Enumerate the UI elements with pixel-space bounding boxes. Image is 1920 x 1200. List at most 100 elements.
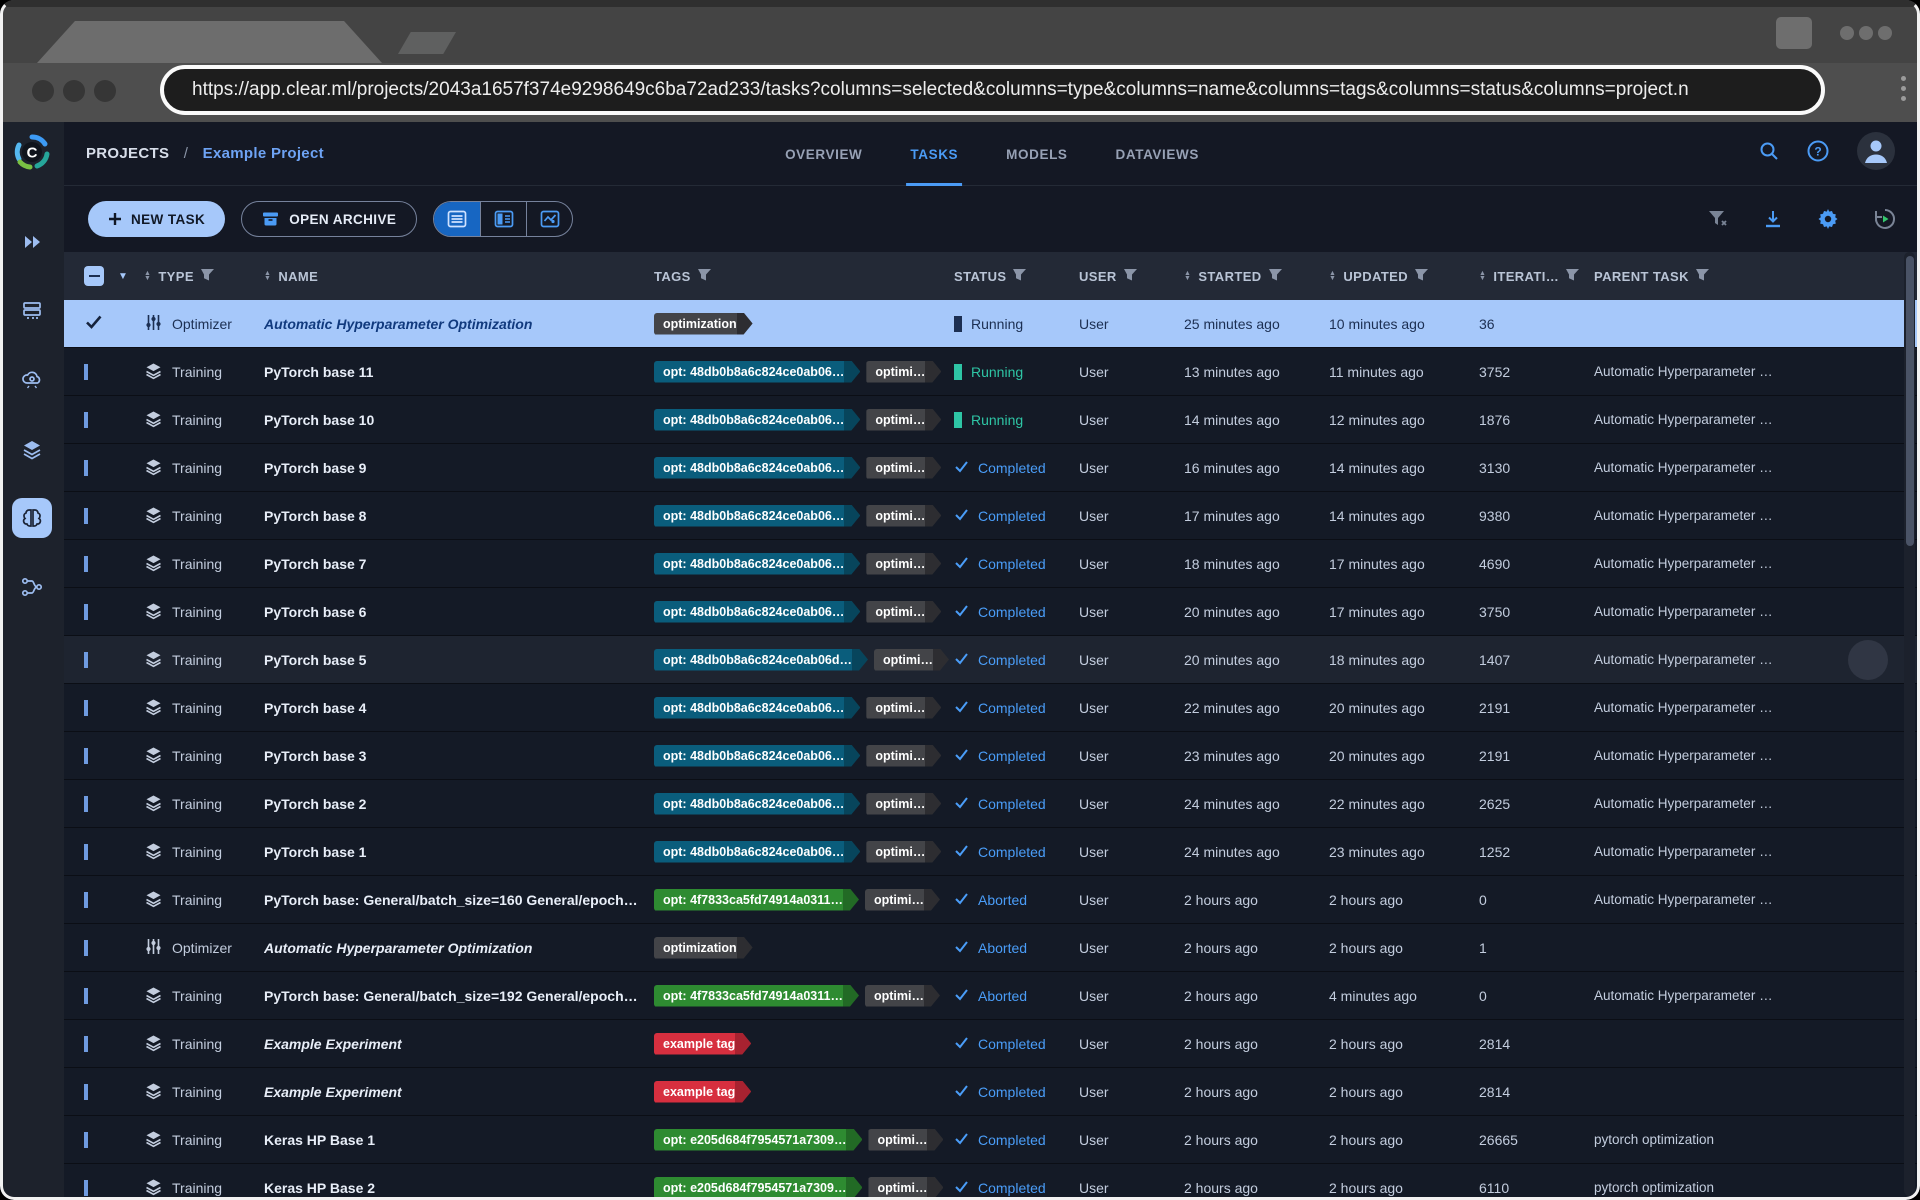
tag-chip[interactable]: optimization: [654, 313, 753, 335]
filter-funnel-icon[interactable]: [1013, 269, 1026, 284]
column-header-updated[interactable]: ▲▼UPDATED: [1329, 269, 1479, 284]
tag-chip[interactable]: example tag: [654, 1081, 751, 1103]
task-name[interactable]: Example Experiment: [264, 1036, 654, 1052]
row-checkbox[interactable]: [84, 796, 88, 812]
row-checkbox[interactable]: [84, 748, 88, 764]
row-checkbox[interactable]: [84, 364, 88, 380]
row-select-cell[interactable]: [84, 700, 144, 716]
tag-chip[interactable]: opt: 48db0b8a6c824ce0ab06…: [654, 601, 860, 623]
tag-chip[interactable]: optimization: [654, 937, 753, 959]
table-row[interactable]: TrainingPyTorch base 1opt: 48db0b8a6c824…: [64, 828, 1920, 876]
column-header-started[interactable]: ▲▼STARTED: [1184, 269, 1329, 284]
task-name[interactable]: PyTorch base: General/batch_size=160 Gen…: [264, 892, 654, 908]
row-checkbox[interactable]: [84, 556, 88, 572]
table-row[interactable]: TrainingPyTorch base 11opt: 48db0b8a6c82…: [64, 348, 1920, 396]
tag-chip[interactable]: opt: 48db0b8a6c824ce0ab06…: [654, 409, 860, 431]
window-menu-icon[interactable]: [1840, 26, 1892, 40]
sidebar-item-datasets[interactable]: [12, 429, 52, 469]
tag-chip[interactable]: optimi…: [866, 745, 941, 767]
row-select-cell[interactable]: [84, 460, 144, 476]
task-name[interactable]: PyTorch base 11: [264, 364, 654, 380]
table-row[interactable]: TrainingPyTorch base 4opt: 48db0b8a6c824…: [64, 684, 1920, 732]
table-row[interactable]: TrainingExample Experimentexample tagCom…: [64, 1020, 1920, 1068]
row-checkbox[interactable]: [84, 700, 88, 716]
tag-chip[interactable]: opt: 48db0b8a6c824ce0ab06…: [654, 745, 860, 767]
browser-kebab-menu-icon[interactable]: [1901, 76, 1906, 101]
auto-refresh-icon[interactable]: [1874, 208, 1896, 230]
row-select-cell[interactable]: [84, 313, 144, 334]
sidebar-item-getting-started[interactable]: [12, 222, 52, 262]
row-select-cell[interactable]: [84, 556, 144, 572]
row-select-cell[interactable]: [84, 412, 144, 428]
row-select-cell[interactable]: [84, 940, 144, 956]
filter-funnel-icon[interactable]: [1566, 269, 1579, 284]
table-row[interactable]: TrainingPyTorch base 9opt: 48db0b8a6c824…: [64, 444, 1920, 492]
traffic-light-buttons[interactable]: [32, 80, 116, 102]
row-checkbox[interactable]: [84, 1132, 88, 1148]
sort-icon[interactable]: ▲▼: [1479, 271, 1486, 281]
sort-icon[interactable]: ▲▼: [264, 271, 271, 281]
task-name[interactable]: Automatic Hyperparameter Optimization: [264, 316, 654, 332]
row-checkbox[interactable]: [84, 844, 88, 860]
row-select-cell[interactable]: [84, 892, 144, 908]
table-row[interactable]: TrainingPyTorch base 3opt: 48db0b8a6c824…: [64, 732, 1920, 780]
tag-chip[interactable]: optimi…: [866, 361, 941, 383]
task-name[interactable]: PyTorch base 5: [264, 652, 654, 668]
clear-filters-icon[interactable]: [1708, 210, 1728, 228]
task-name[interactable]: Keras HP Base 2: [264, 1180, 654, 1196]
sort-icon[interactable]: ▲▼: [1184, 271, 1191, 281]
task-name[interactable]: PyTorch base 4: [264, 700, 654, 716]
tag-chip[interactable]: opt: 4f7833ca5fd74914a0311…: [654, 985, 859, 1007]
tag-chip[interactable]: optimi…: [874, 649, 949, 671]
column-header-tags[interactable]: TAGS: [654, 269, 954, 284]
tag-chip[interactable]: opt: 48db0b8a6c824ce0ab06…: [654, 697, 860, 719]
clearml-logo[interactable]: C: [10, 130, 54, 174]
table-row[interactable]: OptimizerAutomatic Hyperparameter Optimi…: [64, 300, 1920, 348]
table-row[interactable]: OptimizerAutomatic Hyperparameter Optimi…: [64, 924, 1920, 972]
filter-funnel-icon[interactable]: [1415, 269, 1428, 284]
tag-chip[interactable]: optimi…: [866, 793, 941, 815]
tag-chip[interactable]: opt: 48db0b8a6c824ce0ab06…: [654, 553, 860, 575]
row-checkbox[interactable]: [84, 508, 88, 524]
task-name[interactable]: Automatic Hyperparameter Optimization: [264, 940, 654, 956]
filter-funnel-icon[interactable]: [1269, 269, 1282, 284]
filter-funnel-icon[interactable]: [1696, 269, 1709, 284]
row-select-cell[interactable]: [84, 1036, 144, 1052]
split-view-button[interactable]: [480, 202, 526, 236]
open-archive-button[interactable]: OPEN ARCHIVE: [241, 201, 417, 237]
tag-chip[interactable]: example tag: [654, 1033, 751, 1055]
tab-models[interactable]: MODELS: [1006, 122, 1067, 186]
task-name[interactable]: PyTorch base 7: [264, 556, 654, 572]
tag-chip[interactable]: opt: e205d684f7954571a7309…: [654, 1129, 862, 1151]
tag-chip[interactable]: optimi…: [866, 601, 941, 623]
row-select-cell[interactable]: [84, 508, 144, 524]
tag-chip[interactable]: optimi…: [865, 889, 940, 911]
new-task-button[interactable]: NEW TASK: [88, 201, 225, 237]
column-header-status[interactable]: STATUS: [954, 269, 1079, 284]
table-row[interactable]: TrainingPyTorch base 7opt: 48db0b8a6c824…: [64, 540, 1920, 588]
tag-chip[interactable]: opt: e205d684f7954571a7309…: [654, 1177, 862, 1199]
task-name[interactable]: PyTorch base 10: [264, 412, 654, 428]
column-header-iterati-[interactable]: ▲▼ITERATI…: [1479, 269, 1594, 284]
settings-gear-icon[interactable]: [1818, 209, 1838, 229]
table-row[interactable]: TrainingPyTorch base 8opt: 48db0b8a6c824…: [64, 492, 1920, 540]
browser-tab[interactable]: [37, 21, 382, 63]
table-row[interactable]: TrainingKeras HP Base 1opt: e205d684f795…: [64, 1116, 1920, 1164]
task-name[interactable]: Example Experiment: [264, 1084, 654, 1100]
row-select-cell[interactable]: [84, 652, 144, 668]
tag-chip[interactable]: opt: 48db0b8a6c824ce0ab06d…: [654, 649, 868, 671]
row-checkbox[interactable]: [84, 892, 88, 908]
search-icon[interactable]: [1758, 140, 1780, 167]
row-select-cell[interactable]: [84, 364, 144, 380]
filter-funnel-icon[interactable]: [201, 269, 214, 284]
tag-chip[interactable]: optimi…: [866, 841, 941, 863]
column-header-type[interactable]: ▲▼TYPE: [144, 269, 264, 284]
row-checkbox[interactable]: [84, 412, 88, 428]
select-all-checkbox[interactable]: [84, 266, 104, 286]
column-header-name[interactable]: ▲▼NAME: [264, 269, 654, 284]
filter-funnel-icon[interactable]: [1124, 269, 1137, 284]
row-select-cell[interactable]: [84, 604, 144, 620]
breadcrumb-projects[interactable]: PROJECTS: [86, 145, 169, 162]
row-checkbox[interactable]: [84, 940, 88, 956]
tag-chip[interactable]: optimi…: [866, 409, 941, 431]
